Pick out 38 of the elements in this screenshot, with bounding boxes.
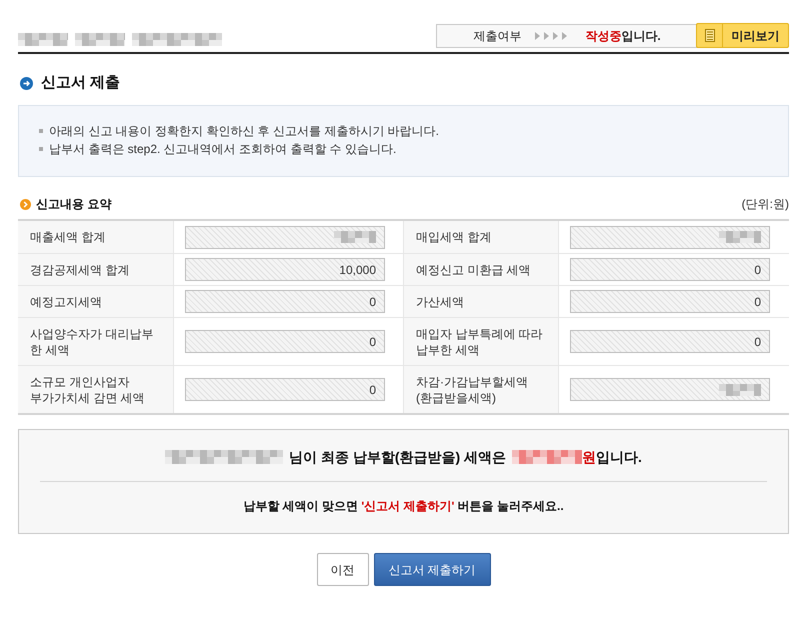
bullet-icon — [39, 147, 43, 151]
notice-text: 아래의 신고 내용이 정확한지 확인하신 후 신고서를 제출하시기 바랍니다. — [49, 123, 440, 140]
bullet-icon — [39, 129, 43, 133]
amount-field[interactable]: 10,000 — [185, 258, 385, 281]
amount-field[interactable]: 0 — [570, 258, 770, 281]
previous-button[interactable]: 이전 — [316, 553, 368, 586]
unit-label: (단위:원) — [742, 196, 789, 213]
status-label: 제출여부 — [473, 28, 522, 44]
amount-field[interactable] — [570, 226, 770, 248]
table-label: 매입자 납부특례에 따라 납부한 세액 — [416, 326, 543, 358]
amount-field[interactable]: 0 — [570, 330, 770, 353]
section-title: 신고내용 요약 — [36, 196, 112, 213]
table-label: 매입세액 합계 — [416, 229, 492, 245]
table-label: 예정신고 미환급 세액 — [416, 262, 531, 278]
submit-button[interactable]: 신고서 제출하기 — [374, 553, 490, 586]
chevron-circle-icon — [20, 198, 31, 210]
instruction-text: 납부할 세액이 맞으면 '신고서 제출하기' 버튼을 눌러주세요.. — [243, 498, 564, 515]
table-label: 차감·가감납부할세액 (환급받을세액) — [416, 374, 528, 406]
amount-field[interactable] — [570, 378, 770, 401]
table-label: 가산세액 — [416, 294, 464, 310]
arrow-circle-icon — [20, 76, 33, 90]
amount-field[interactable]: 0 — [185, 330, 385, 353]
preview-button[interactable]: 미리보기 — [696, 23, 789, 48]
page-title: 신고서 제출 — [41, 72, 120, 93]
table-label: 예정고지세액 — [30, 294, 102, 310]
amount-field[interactable]: 0 — [185, 378, 385, 401]
table-label: 매출세액 합계 — [30, 229, 106, 245]
notice-text: 납부서 출력은 step2. 신고내역에서 조회하여 출력할 수 있습니다. — [49, 141, 396, 158]
table-label: 사업양수자가 대리납부 한 세액 — [30, 326, 154, 358]
result-suffix: 원입니다. — [582, 448, 642, 466]
table-label: 소규모 개인사업자 부가가치세 감면 세액 — [30, 374, 145, 406]
result-text: 님이 최종 납부할(환급받을) 세액은 — [289, 448, 506, 467]
status-text: 작성중입니다. — [585, 28, 661, 44]
amount-field[interactable] — [185, 226, 385, 248]
table-label: 경감공제세액 합계 — [30, 262, 130, 278]
document-icon — [704, 29, 714, 42]
amount-field[interactable]: 0 — [570, 290, 770, 313]
amount-field[interactable]: 0 — [185, 290, 385, 313]
